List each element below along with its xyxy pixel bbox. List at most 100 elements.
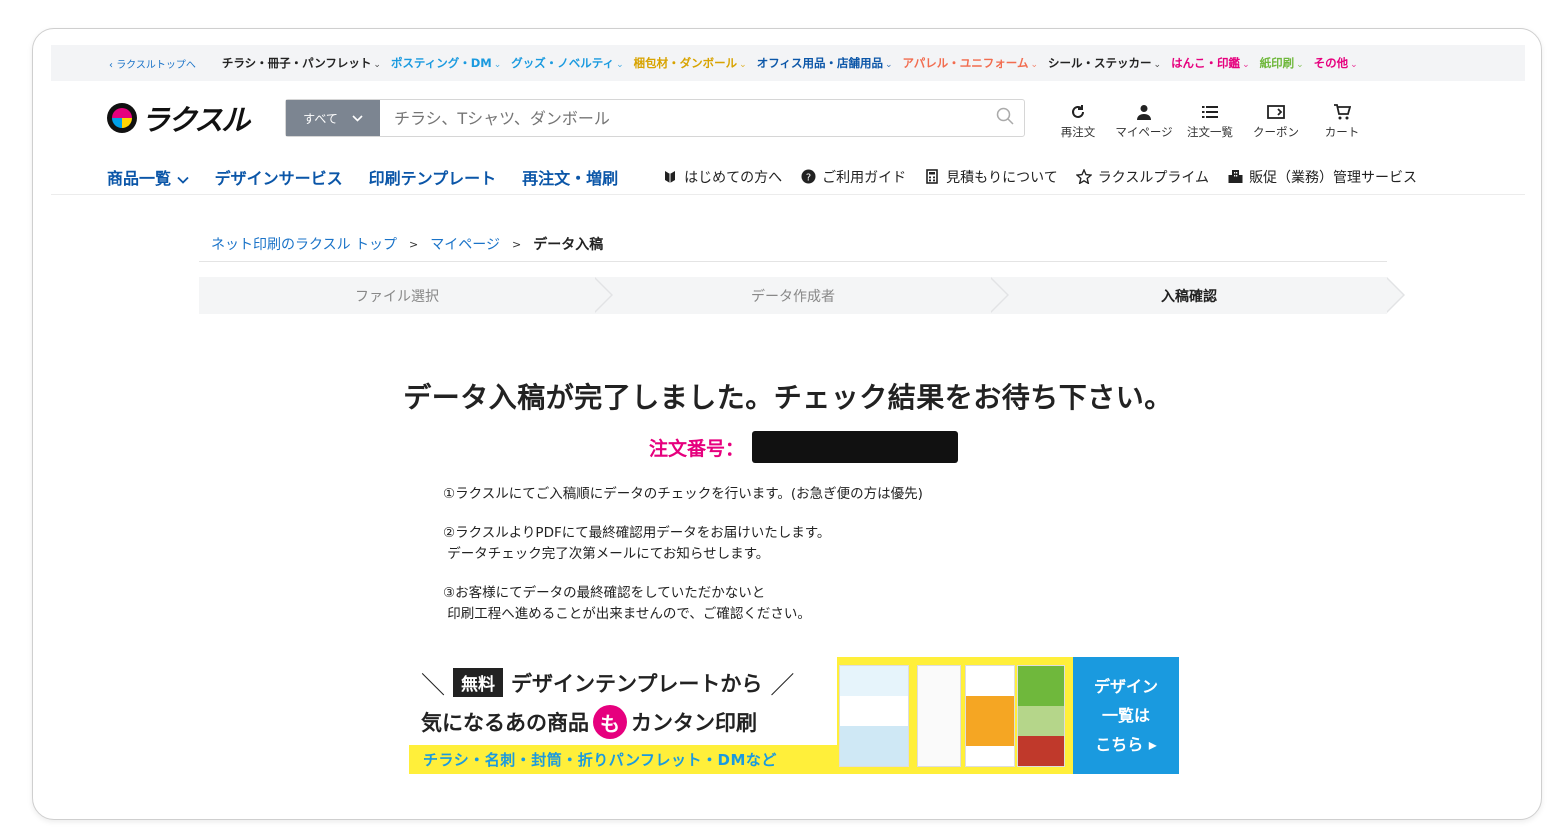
beginner-mark-icon (662, 169, 678, 185)
nav-prime[interactable]: ラクスルプライム (1075, 167, 1210, 187)
category-item[interactable]: チラシ・冊子・パンフレット ⌄ (222, 55, 381, 71)
chevron-down-icon: ⌄ (1296, 60, 1304, 70)
coupon-button[interactable]: クーポン (1243, 103, 1309, 140)
banner-line2: 気になるあの商品 も カンタン印刷 (421, 705, 757, 739)
orders-label: 注文一覧 (1187, 125, 1233, 139)
note-1: ①ラクスルにてご入稿順にデータのチェックを行います。(お急ぎ便の方は優先) (443, 484, 923, 505)
nav-beginners[interactable]: はじめての方へ (662, 167, 782, 187)
progress-steps: ファイル選択 データ作成者 入稿確認 (199, 277, 1405, 314)
slash-left: ＼ (421, 671, 445, 699)
nav-prime-label: ラクスルプライム (1097, 169, 1210, 186)
chevron-down-icon: ⌄ (493, 60, 502, 70)
thumbnail-flyer (839, 665, 909, 767)
nav-guide[interactable]: ? ご利用ガイド (800, 167, 906, 187)
cta-line: こちら ▸ (1095, 735, 1157, 754)
cart-label: カート (1324, 125, 1360, 139)
step-confirm: 入稿確認 (991, 277, 1405, 314)
thumbnail-spring-fair (965, 665, 1015, 767)
search-input[interactable] (380, 100, 986, 136)
order-number-redacted (752, 431, 959, 463)
nav-promo-management-label: 販促（業務）管理サービス (1249, 169, 1418, 186)
category-item[interactable]: 紙印刷 ⌄ (1260, 55, 1304, 71)
search-scope-label: すべて (303, 111, 338, 126)
cart-button[interactable]: カート (1309, 103, 1375, 140)
site-header: ラクスル すべて 再注文 マイページ (51, 81, 1525, 145)
note-line: データチェック完了次第メールにてお知らせします。 (447, 546, 770, 562)
refresh-icon (1070, 103, 1086, 121)
search-icon (996, 107, 1014, 129)
nav-design-service[interactable]: デザインサービス (215, 165, 343, 189)
step-label: データ作成者 (751, 288, 835, 305)
browser-frame: ‹ ラクスルトップへ チラシ・冊子・パンフレット ⌄ ポスティング・DM ⌄ グッズ・ノ… (32, 28, 1542, 820)
category-label: チラシ・冊子・パンフレット (221, 56, 372, 70)
breadcrumb-link-mypage[interactable]: マイページ (430, 234, 500, 254)
category-item[interactable]: アパレル・ユニフォーム ⌄ (903, 55, 1038, 71)
category-label: アパレル・ユニフォーム (902, 56, 1029, 70)
step-arrow (990, 277, 1009, 313)
design-list-button[interactable]: デザイン 一覧は こちら ▸ (1073, 657, 1179, 774)
chevron-down-icon: ⌄ (373, 60, 381, 70)
step-data-creator: データ作成者 (595, 277, 1009, 314)
category-item[interactable]: グッズ・ノベルティ ⌄ (511, 55, 623, 71)
category-item[interactable]: オフィス用品・店舗用品 ⌄ (757, 55, 893, 71)
template-banner[interactable]: ＼ 無料 デザインテンプレートから ／ 気になるあの商品 も カンタン印刷 チラ… (409, 657, 1179, 774)
nav-print-template[interactable]: 印刷テンプレート (369, 165, 497, 189)
nav-promo-management[interactable]: 販促（業務）管理サービス (1227, 167, 1417, 187)
category-item[interactable]: シール・ステッカー ⌄ (1048, 55, 1161, 71)
nav-guide-label: ご利用ガイド (822, 169, 907, 186)
category-item[interactable]: 梱包材・ダンボール ⌄ (634, 55, 747, 71)
search-scope-select[interactable]: すべて (286, 100, 380, 136)
chevron-down-icon: ⌄ (1242, 60, 1250, 70)
back-to-top-link[interactable]: ‹ ラクスルトップへ (109, 56, 196, 71)
header-icons: 再注文 マイページ 注文一覧 クーポン カート (1045, 103, 1375, 140)
category-item[interactable]: ポスティング・DM ⌄ (391, 55, 501, 71)
category-label: その他 (1313, 56, 1349, 70)
mypage-button[interactable]: マイページ (1111, 103, 1177, 140)
category-item[interactable]: はんこ・印鑑 ⌄ (1171, 55, 1250, 71)
chevron-down-icon: ⌄ (1350, 60, 1358, 70)
note-line: ③お客様にてデータの最終確認をしていただかないと (443, 585, 766, 601)
step-arrow (594, 277, 613, 313)
slash-right: ／ (770, 671, 795, 699)
back-label: ラクスルトップへ (116, 59, 196, 71)
breadcrumb-separator: > (511, 237, 522, 251)
chevron-down-icon: ⌄ (616, 60, 624, 70)
main-nav: 商品一覧 デザインサービス 印刷テンプレート 再注文・増刷 はじめての方へ ? … (51, 159, 1525, 195)
notes: ①ラクスルにてご入稿順にデータのチェックを行います。(お急ぎ便の方は優先) ②ラ… (443, 484, 923, 643)
category-label: シール・ステッカー (1048, 56, 1152, 70)
nav-products-label: 商品一覧 (107, 168, 172, 188)
list-icon (1202, 103, 1218, 121)
search-button[interactable] (986, 100, 1024, 136)
banner-line3: チラシ・名刺・封筒・折りパンフレット・DMなど (409, 745, 837, 774)
nav-products[interactable]: 商品一覧 (107, 165, 189, 189)
page-title: データ入稿が完了しました。チェック結果をお待ち下さい。 (403, 381, 1173, 414)
chevron-down-icon: ⌄ (884, 60, 893, 70)
category-item[interactable]: その他 ⌄ (1314, 55, 1358, 71)
banner-line2-b: カンタン印刷 (631, 711, 757, 735)
nav-estimate-label: 見積もりについて (946, 169, 1058, 186)
svg-text:?: ? (806, 173, 811, 184)
help-icon: ? (800, 169, 816, 185)
cta-line: 一覧は (1101, 706, 1150, 725)
free-tag: 無料 (453, 668, 503, 697)
logo-text: ラクスル (141, 103, 250, 137)
logo[interactable]: ラクスル (107, 97, 250, 139)
coupon-icon (1267, 103, 1285, 121)
orders-button[interactable]: 注文一覧 (1177, 103, 1243, 140)
nav-reorder[interactable]: 再注文・増刷 (522, 165, 618, 189)
breadcrumb-link-top[interactable]: ネット印刷のラクスル トップ (211, 234, 397, 254)
nav-beginners-label: はじめての方へ (684, 169, 783, 186)
building-icon (1227, 169, 1243, 185)
category-label: 紙印刷 (1259, 56, 1295, 70)
nav-estimate[interactable]: 見積もりについて (924, 167, 1058, 187)
banner-line2-a: 気になるあの商品 (421, 711, 589, 735)
banner-thumbnails (837, 657, 1073, 774)
search-bar: すべて (285, 99, 1025, 137)
reorder-button[interactable]: 再注文 (1045, 103, 1111, 140)
note-line: 印刷工程へ進めることが出来ませんので、ご確認ください。 (447, 606, 811, 622)
note-line: ①ラクスルにてご入稿順にデータのチェックを行います。(お急ぎ便の方は優先) (443, 486, 923, 502)
category-label: オフィス用品・店舗用品 (756, 56, 883, 70)
divider (199, 261, 1387, 262)
category-label: グッズ・ノベルティ (511, 56, 615, 70)
cart-icon (1333, 103, 1351, 121)
